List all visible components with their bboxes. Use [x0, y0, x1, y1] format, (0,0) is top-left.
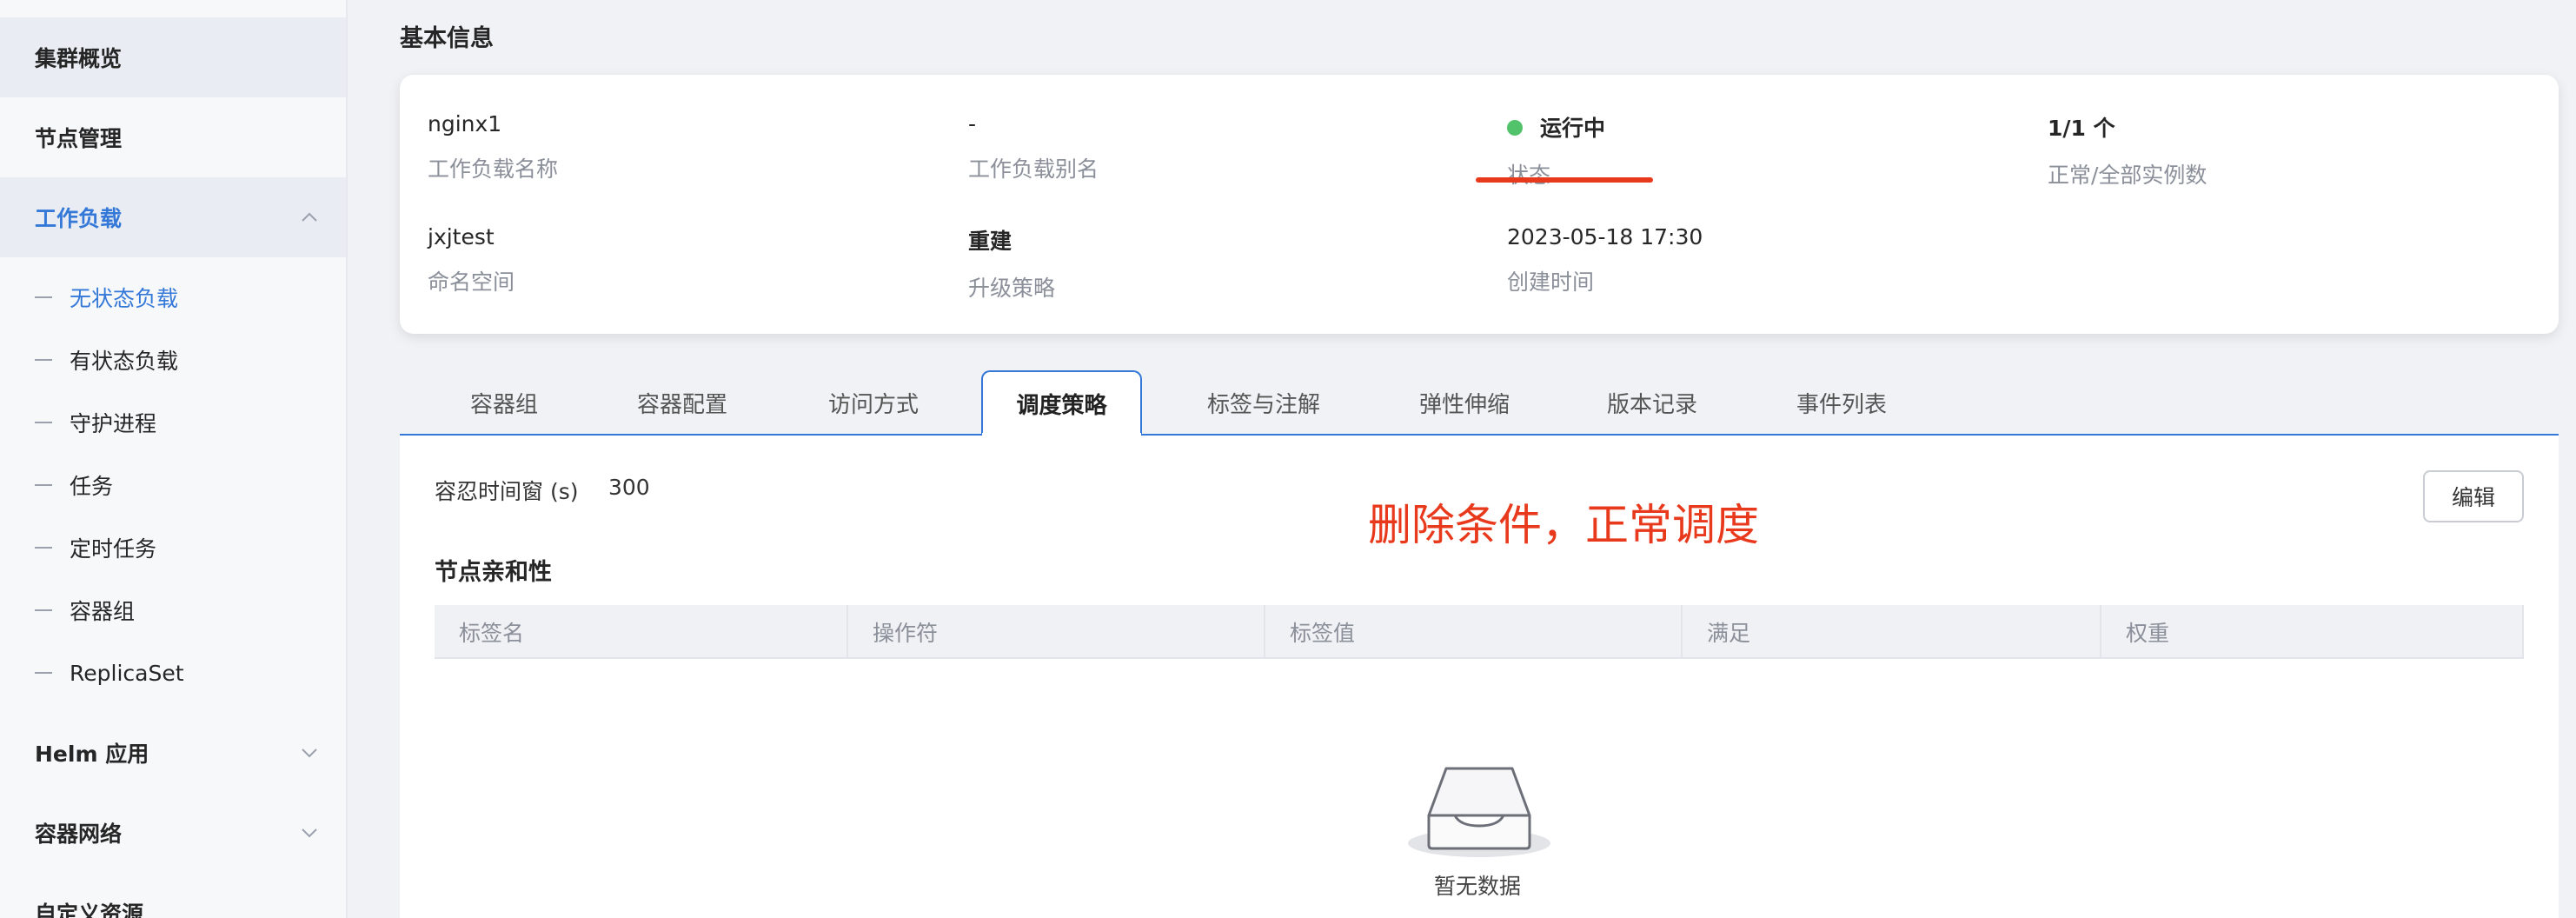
workload-name-label: 工作负载名称: [428, 156, 559, 182]
empty-inbox-icon: [1408, 767, 1550, 857]
sidebar-subitem-jobs[interactable]: 任务: [0, 454, 346, 516]
created-time-value: 2023-05-18 17:30: [1507, 224, 1703, 249]
sidebar-item-label: 自定义资源: [35, 901, 144, 918]
sidebar-subitem-label: 有状态负载: [70, 349, 179, 374]
info-workload-name: nginx1 工作负载名称: [428, 111, 558, 183]
sidebar-item-label: Helm 应用: [35, 742, 149, 767]
dash-icon: [35, 484, 52, 486]
edit-button[interactable]: 编辑: [2423, 470, 2524, 522]
chevron-down-icon: [302, 748, 317, 758]
tab-labels-annotations[interactable]: 标签与注解: [1185, 370, 1342, 436]
upgrade-strategy-label: 升级策略: [968, 276, 1056, 301]
status-text: 运行中: [1540, 116, 1606, 141]
sidebar-subitem-statefulsets[interactable]: 有状态负载: [0, 329, 346, 391]
tab-event-list[interactable]: 事件列表: [1768, 370, 1915, 436]
sidebar-subitem-daemonsets[interactable]: 守护进程: [0, 391, 346, 454]
annotation-text: 删除条件，正常调度: [1368, 500, 1759, 550]
basic-info-card: nginx1 工作负载名称 - 工作负载别名 运行中 状态 1/1 个 正常/全…: [400, 75, 2559, 334]
sidebar-item-helm-apps[interactable]: Helm 应用: [0, 713, 346, 793]
tab-access-methods[interactable]: 访问方式: [800, 370, 947, 436]
toleration-window-label: 容忍时间窗 (s): [435, 479, 579, 504]
sidebar-subitem-deployments[interactable]: 无状态负载: [0, 266, 346, 329]
info-namespace: jxjtest 命名空间: [428, 224, 515, 296]
sidebar-subitem-pods[interactable]: 容器组: [0, 579, 346, 642]
column-header-operator: 操作符: [848, 605, 1265, 659]
sidebar-subitem-replicaset[interactable]: ReplicaSet: [0, 642, 346, 704]
namespace-label: 命名空间: [428, 269, 515, 295]
active-tab-cover: [982, 433, 1141, 436]
sidebar-subitem-label: 定时任务: [70, 536, 157, 562]
sidebar-item-node-management[interactable]: 节点管理: [0, 97, 346, 177]
sidebar-item-custom-resources[interactable]: 自定义资源: [0, 873, 346, 918]
sidebar-item-workloads[interactable]: 工作负载: [0, 177, 346, 257]
chevron-up-icon: [302, 212, 317, 222]
instances-value: 1/1 个: [2048, 116, 2115, 141]
tab-scheduling-policy[interactable]: 调度策略: [981, 370, 1142, 436]
sidebar-item-label: 集群概览: [35, 46, 123, 71]
dash-icon: [35, 672, 52, 674]
sidebar-subitem-cronjobs[interactable]: 定时任务: [0, 516, 346, 579]
dash-icon: [35, 422, 52, 423]
sidebar-item-label: 工作负载: [35, 206, 123, 231]
workload-name-value: nginx1: [428, 111, 502, 136]
status-annotation-underline: [1476, 177, 1653, 183]
created-time-label: 创建时间: [1507, 269, 1595, 295]
namespace-value: jxjtest: [428, 224, 495, 249]
tab-autoscaling[interactable]: 弹性伸缩: [1391, 370, 1538, 436]
sidebar-subitem-label: 任务: [70, 474, 114, 499]
status-value: 运行中: [1507, 111, 1605, 143]
tab-pods[interactable]: 容器组: [435, 370, 574, 436]
info-created-time: 2023-05-18 17:30 创建时间: [1507, 224, 1703, 296]
column-header-label-name: 标签名: [435, 605, 848, 659]
workload-alias-value: -: [968, 111, 977, 136]
sidebar-item-cluster-overview[interactable]: 集群概览: [0, 17, 346, 97]
sidebar-item-label: 容器网络: [35, 822, 123, 847]
node-affinity-table-header: 标签名 操作符 标签值 满足 权重: [435, 605, 2524, 659]
tab-container-config[interactable]: 容器配置: [608, 370, 756, 436]
sidebar-subitem-label: 容器组: [70, 599, 136, 624]
info-instances: 1/1 个 正常/全部实例数: [2048, 111, 2207, 190]
sidebar-subitem-label: 无状态负载: [70, 286, 179, 311]
dash-icon: [35, 359, 52, 361]
dash-icon: [35, 609, 52, 611]
sidebar: 集群概览 节点管理 工作负载 无状态负载 有状态负载 守护进程 任务 定时任务 …: [0, 0, 348, 918]
dash-icon: [35, 296, 52, 298]
instances-label: 正常/全部实例数: [2048, 163, 2208, 188]
upgrade-strategy-value: 重建: [968, 229, 1012, 254]
node-affinity-title: 节点亲和性: [435, 559, 552, 586]
sidebar-item-container-network[interactable]: 容器网络: [0, 793, 346, 873]
status-label: 状态: [1507, 163, 1551, 188]
info-upgrade-strategy: 重建 升级策略: [968, 224, 1055, 303]
toleration-window-value: 300: [608, 475, 650, 500]
sidebar-subitem-label: 守护进程: [70, 411, 157, 436]
column-header-label-value: 标签值: [1265, 605, 1683, 659]
dash-icon: [35, 547, 52, 549]
sidebar-subitem-label: ReplicaSet: [70, 660, 184, 686]
column-header-satisfy: 满足: [1683, 605, 2101, 659]
workload-alias-label: 工作负载别名: [968, 156, 1099, 182]
sidebar-item-label: 节点管理: [35, 126, 123, 151]
column-header-weight: 权重: [2101, 605, 2524, 659]
info-workload-alias: - 工作负载别名: [968, 111, 1099, 183]
empty-state-text: 暂无数据: [1434, 874, 1522, 899]
tab-revision-history[interactable]: 版本记录: [1578, 370, 1726, 436]
section-title-basic-info: 基本信息: [400, 25, 494, 52]
status-dot-icon: [1507, 120, 1523, 136]
chevron-down-icon: [302, 828, 317, 838]
